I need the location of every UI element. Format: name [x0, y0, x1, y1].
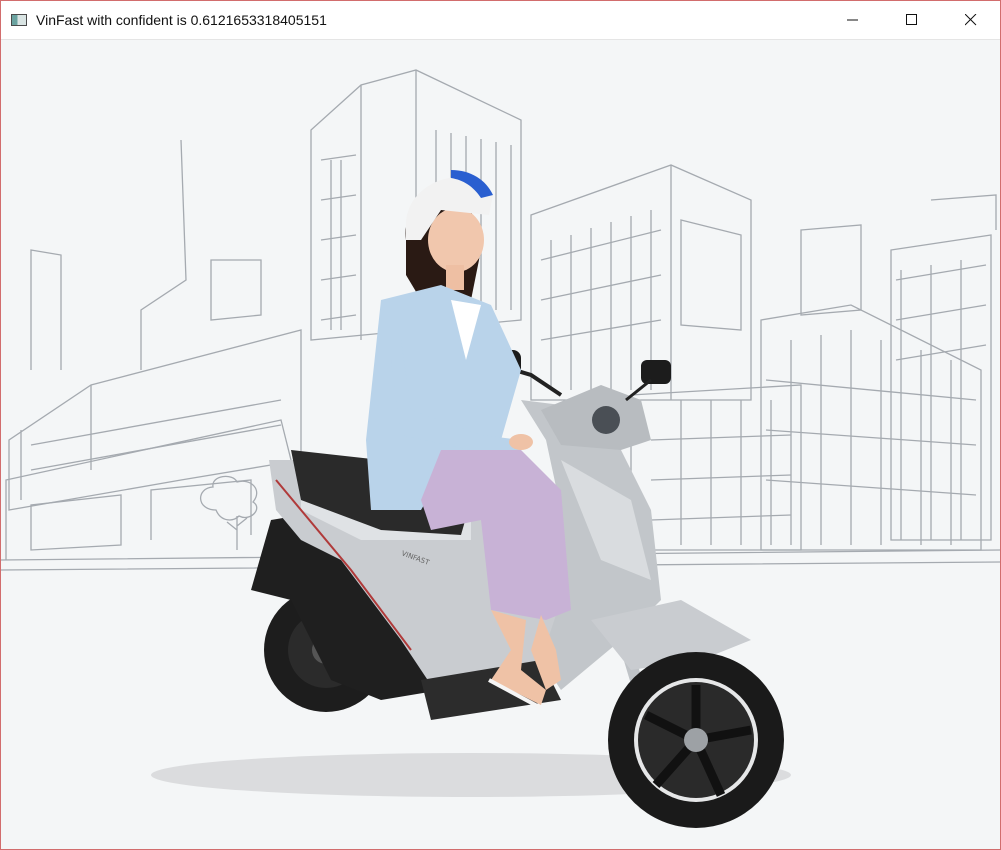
close-icon	[964, 14, 976, 26]
minimize-button[interactable]	[823, 1, 882, 39]
app-window: VinFast with confident is 0.612165331840…	[0, 0, 1001, 850]
scooter-advert-image: VINFAST	[1, 69, 1000, 828]
close-button[interactable]	[941, 1, 1000, 39]
image-canvas: VINFAST	[1, 40, 1000, 849]
window-title: VinFast with confident is 0.612165331840…	[36, 12, 327, 28]
app-icon	[11, 14, 27, 26]
maximize-button[interactable]	[882, 1, 941, 39]
maximize-icon	[905, 14, 917, 25]
caption-buttons	[823, 1, 1000, 39]
title-bar[interactable]: VinFast with confident is 0.612165331840…	[1, 1, 1000, 40]
minimize-icon	[846, 19, 858, 21]
